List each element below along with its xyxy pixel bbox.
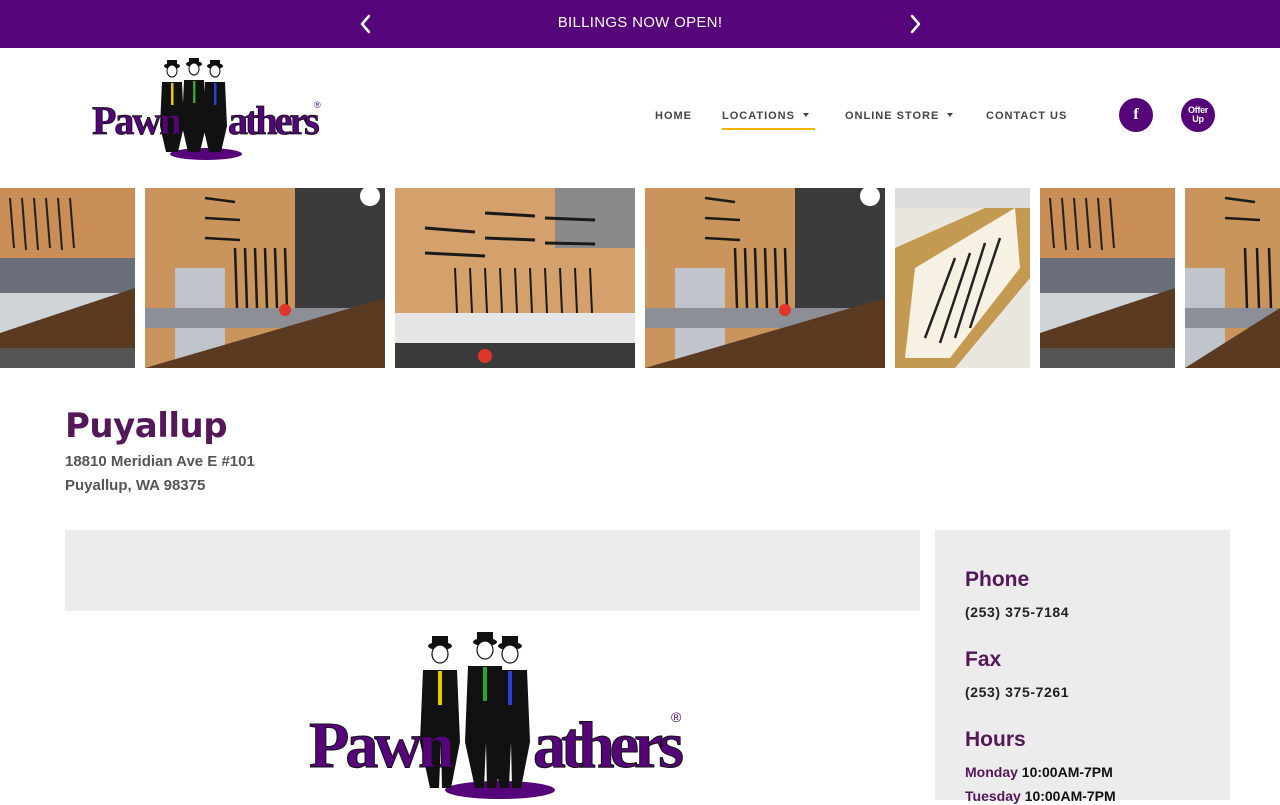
- fax-number: (253) 375-7261: [965, 684, 1070, 700]
- nav-locations[interactable]: LOCATIONS: [722, 110, 815, 130]
- svg-text:®: ®: [314, 100, 321, 110]
- caret-down-icon: [802, 113, 809, 118]
- nav-locations-label: LOCATIONS: [722, 110, 795, 122]
- address-line-2: Puyallup, WA 98375: [65, 477, 206, 494]
- hours-time: 10:00AM-7PM: [1024, 788, 1116, 804]
- facebook-icon[interactable]: f: [1119, 98, 1153, 132]
- fax-heading: Fax: [965, 648, 1002, 671]
- caret-down-icon: [947, 113, 954, 118]
- nav-contact-us[interactable]: CONTACT US: [986, 110, 1067, 122]
- photo-gallery: [0, 188, 1280, 368]
- gallery-photo[interactable]: [0, 188, 135, 368]
- hours-heading: Hours: [965, 728, 1026, 751]
- map-placeholder[interactable]: [65, 530, 920, 611]
- announcement-bar: BILLINGS NOW OPEN!: [0, 0, 1280, 48]
- svg-text:athers: athers: [533, 709, 683, 782]
- hours-row: Monday 10:00AM-7PM: [965, 764, 1113, 780]
- hours-day: Monday: [965, 764, 1018, 780]
- contact-info-panel: Phone (253) 375-7184 Fax (253) 375-7261 …: [935, 530, 1230, 804]
- hours-row: Tuesday 10:00AM-7PM: [965, 788, 1116, 804]
- offerup-icon[interactable]: Offer Up: [1181, 98, 1215, 132]
- gallery-photo[interactable]: [1040, 188, 1175, 368]
- announcement-text[interactable]: BILLINGS NOW OPEN!: [0, 14, 1280, 31]
- svg-text:Pawn: Pawn: [92, 98, 181, 143]
- nav-online-store[interactable]: ONLINE STORE: [845, 110, 954, 122]
- phone-heading: Phone: [965, 568, 1030, 591]
- gallery-photo[interactable]: [145, 188, 385, 368]
- site-logo[interactable]: Pawn athers ®: [88, 56, 328, 162]
- nav-home[interactable]: HOME: [655, 110, 692, 122]
- gallery-photo[interactable]: [395, 188, 635, 368]
- chevron-right-icon[interactable]: [905, 12, 925, 36]
- location-title: Puyallup: [65, 406, 228, 446]
- site-header: Pawn athers ® HOME LOCATIONS ONLINE STOR…: [0, 48, 1280, 188]
- offerup-label: Offer Up: [1187, 105, 1208, 124]
- hours-day: Tuesday: [965, 788, 1021, 804]
- gallery-photo[interactable]: [1185, 188, 1280, 368]
- gallery-photo[interactable]: [645, 188, 885, 368]
- svg-text:athers: athers: [228, 98, 319, 143]
- store-logo-image: Pawn athers ®: [305, 632, 690, 800]
- svg-text:Pawn: Pawn: [309, 709, 454, 782]
- gallery-photo[interactable]: [895, 188, 1030, 368]
- svg-text:®: ®: [671, 709, 682, 725]
- nav-online-store-label: ONLINE STORE: [845, 110, 940, 122]
- phone-number[interactable]: (253) 375-7184: [965, 604, 1069, 620]
- hours-time: 10:00AM-7PM: [1021, 764, 1113, 780]
- active-indicator: [722, 128, 815, 130]
- address-line-1: 18810 Meridian Ave E #101: [65, 453, 255, 470]
